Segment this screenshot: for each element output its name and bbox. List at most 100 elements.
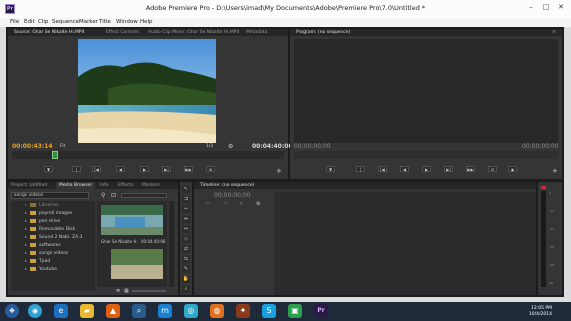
export-frame-button[interactable]: ◉ [508,166,517,172]
clip-thumbnail[interactable] [101,205,163,235]
clip-indicator-left[interactable] [541,186,546,189]
tree-item[interactable]: ▸ Libraries [11,201,95,209]
menu-clip[interactable]: Clip [38,18,48,27]
search-icon[interactable]: ⌕ [132,304,146,318]
program-go-to-out-button[interactable]: ▶▶ [466,166,475,172]
rate-stretch-tool-icon[interactable]: ↔ [182,226,190,233]
thumbnail-scrollbar[interactable] [169,201,174,287]
tree-item[interactable]: ▸ Youtube [11,265,95,273]
tab-effects[interactable]: Effects [118,182,133,189]
program-time-ruler[interactable] [294,151,558,159]
maximize-button[interactable]: □ [540,2,552,12]
tree-item[interactable]: ▸ payroll images [11,209,95,217]
maxthon-icon[interactable]: m [158,304,172,318]
tab-markers[interactable]: Markers [142,182,160,189]
tree-item[interactable]: ▸ pen drive [11,217,95,225]
selection-tool-icon[interactable]: ↖ [182,186,190,193]
clip-thumbnail-2[interactable] [111,249,163,279]
media-player-icon[interactable]: ◉ [28,304,42,318]
timeline-settings-icon[interactable]: ⚙ [256,201,260,207]
go-to-out-button[interactable]: ▶▶ [184,166,193,172]
program-panel-menu-icon[interactable]: ≡ [552,29,556,36]
step-back-button[interactable]: ◀ [116,166,125,172]
menu-sequence[interactable]: Sequence [52,18,79,27]
slip-tool-icon[interactable]: ⇄ [182,246,190,253]
hand-tool-icon[interactable]: ✋ [182,276,190,283]
skype-icon[interactable]: S [262,304,276,318]
razor-tool-icon[interactable]: ◇ [182,236,190,243]
zoom-slider[interactable] [132,290,166,292]
menu-window[interactable]: Window [116,18,138,27]
menu-edit[interactable]: Edit [24,18,35,27]
menu-marker[interactable]: Marker [79,18,98,27]
start-button[interactable]: ❖ [5,304,19,318]
source-timecode[interactable]: 00:00:43:14 [12,143,53,150]
track-select-tool-icon[interactable]: ⇉ [182,196,190,203]
icon-view-icon[interactable]: ▦ [124,288,129,294]
fit-dropdown[interactable]: Fit [60,144,65,149]
tree-item[interactable]: ▸ Tpad [11,257,95,265]
program-mark-in-button[interactable]: ▼ [326,166,335,172]
firefox-icon[interactable]: ◍ [210,304,224,318]
app-icon-1[interactable]: ✦ [236,304,250,318]
filter-icon[interactable]: ⚲ [101,192,105,199]
media-center-icon[interactable]: ◎ [184,304,198,318]
system-clock[interactable]: 12:05 PM 10/4/2014 [496,306,552,318]
tab-timeline[interactable]: Timeline: (no sequence) [200,182,254,189]
timeline-timecode[interactable]: 00;00;00;00 [214,192,251,199]
zoom-tool-icon[interactable]: ⌕ [182,286,190,293]
pen-tool-icon[interactable]: ✎ [182,266,190,273]
tab-info[interactable]: Info [100,182,109,189]
program-timecode[interactable]: 00;00;00;00 [294,143,331,150]
tree-item[interactable]: ▸ Removable Disk [11,225,95,233]
add-button[interactable]: + [276,167,282,175]
mark-out-button[interactable]: | [72,166,81,172]
view-icon[interactable]: ⊡ [111,192,116,199]
vlc-icon[interactable]: ▲ [106,304,120,318]
search-input[interactable] [121,193,167,198]
file-explorer-icon[interactable]: ▰ [80,304,94,318]
tab-project[interactable]: Project: Untitled [11,182,47,189]
tab-audio-clip-mixer[interactable]: Audio Clip Mixer: Ghar Se Nikalte Hi.MP4 [148,29,239,36]
program-play-button[interactable]: ▶ [422,166,431,172]
timeline-tracks-area[interactable] [274,192,536,295]
list-view-icon[interactable]: ≣ [116,288,120,294]
lift-button[interactable]: ⊟ [488,166,497,172]
tab-effect-controls[interactable]: Effect Controls [106,29,139,36]
tree-item[interactable]: ▸ softwares [11,241,95,249]
close-button[interactable]: ✕ [555,2,567,12]
tree-item[interactable]: ▸ Sound 2 Nabi. ZA.3 [11,233,95,241]
tab-source[interactable]: Source: Ghar Se Nikalte Hi.MP4 [14,29,84,36]
program-step-back-button[interactable]: ◀ [400,166,409,172]
step-forward-button[interactable]: ▶| [162,166,171,172]
location-dropdown[interactable]: songs videos [11,192,89,199]
tree-item[interactable]: ▸ songs videos [11,249,95,257]
program-step-forward-button[interactable]: ▶| [444,166,453,172]
mark-in-button[interactable]: ▼ [44,166,53,172]
tab-program[interactable]: Program: (no sequence) [296,29,350,36]
slide-tool-icon[interactable]: ⇆ [182,256,190,263]
snap-icon[interactable]: ⊓ [206,201,210,207]
app-icon-2[interactable]: ▣ [288,304,302,318]
program-go-to-in-button[interactable]: |◀ [378,166,387,172]
program-mark-out-button[interactable]: | [356,166,365,172]
insert-button[interactable]: ⊞ [206,166,215,172]
source-time-ruler[interactable] [12,151,284,159]
program-add-button[interactable]: + [552,167,558,175]
minimize-button[interactable]: – [525,2,537,12]
ripple-edit-tool-icon[interactable]: ⇿ [182,206,190,213]
linked-selection-icon[interactable]: ⊂ [224,201,228,207]
rolling-edit-tool-icon[interactable]: ⇹ [182,216,190,223]
playhead[interactable] [52,151,58,159]
menu-title[interactable]: Title [99,18,111,27]
menu-file[interactable]: File [10,18,19,27]
resolution-dropdown[interactable]: 1/2 [206,144,213,149]
premiere-taskbar-icon[interactable]: Pr [314,304,328,318]
tab-metadata[interactable]: Metadata [246,29,267,36]
play-button[interactable]: ▶ [140,166,149,172]
menu-help[interactable]: Help [140,18,153,27]
tab-media-browser[interactable]: Media Browser [56,182,96,189]
wrench-icon[interactable]: ⚙ [228,143,233,150]
internet-explorer-icon[interactable]: e [54,304,68,318]
go-to-in-button[interactable]: |◀ [92,166,101,172]
